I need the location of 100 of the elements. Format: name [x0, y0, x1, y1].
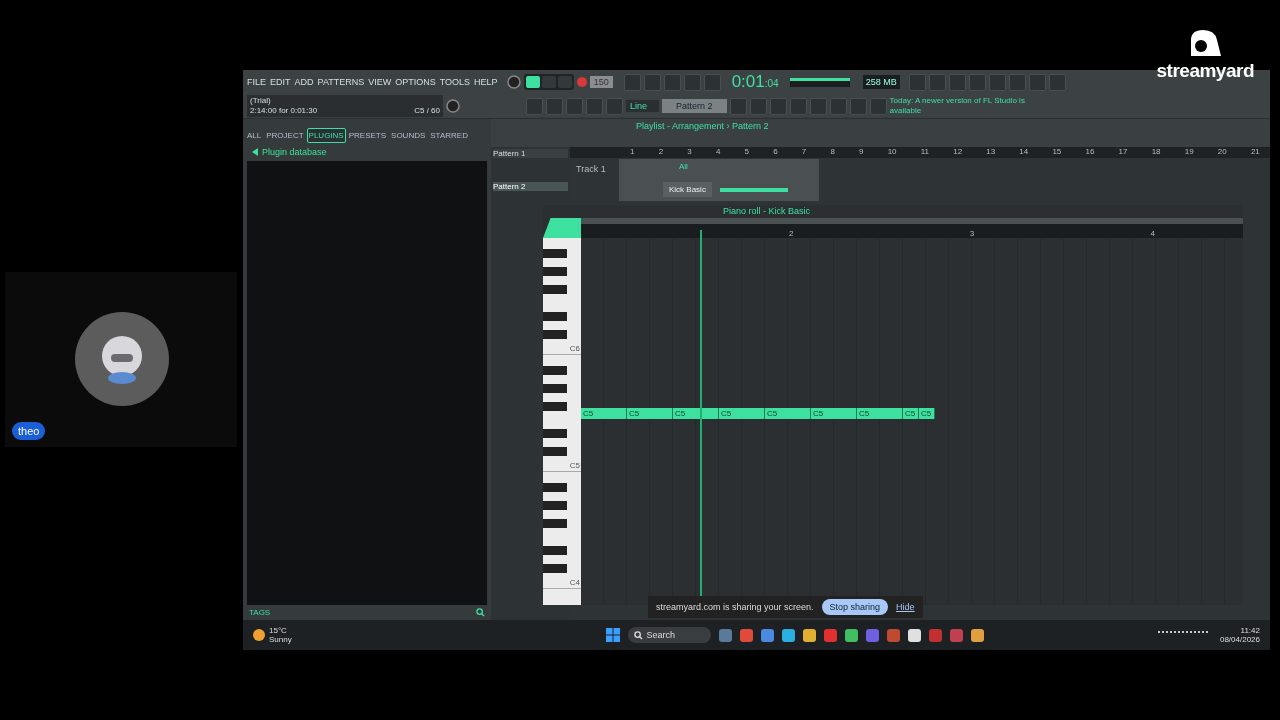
toolbar-button[interactable]: [546, 97, 563, 115]
toolbar-button[interactable]: [1048, 73, 1066, 91]
toolbar-button[interactable]: [1008, 73, 1026, 91]
app-icon[interactable]: [908, 628, 922, 642]
pattern-selector[interactable]: Pattern 2: [662, 99, 727, 113]
tempo-display[interactable]: 150: [589, 76, 613, 88]
channel-button[interactable]: Kick Basic: [663, 182, 712, 197]
menu-item[interactable]: EDIT: [270, 77, 291, 87]
browser-tab[interactable]: ALL: [245, 127, 264, 143]
participant-name: theo: [12, 422, 46, 440]
toolbar-button[interactable]: [948, 73, 966, 91]
app-icon[interactable]: [971, 628, 985, 642]
toolbar-button[interactable]: [988, 73, 1006, 91]
note[interactable]: C5: [857, 408, 903, 419]
rack-filter[interactable]: All: [679, 162, 688, 171]
windows-start-icon[interactable]: [605, 628, 620, 642]
browser-tab[interactable]: STARRED: [428, 127, 470, 143]
bar-number: 2: [658, 147, 664, 158]
toolbar-button[interactable]: [606, 97, 623, 115]
record-button[interactable]: [576, 77, 587, 87]
toolbar-button[interactable]: [968, 73, 986, 91]
toolbar-button[interactable]: [683, 73, 701, 91]
memory-readout: 258 MB: [862, 75, 900, 89]
toolbar-button[interactable]: [1028, 73, 1046, 91]
app-icon[interactable]: [782, 628, 796, 642]
piano-key[interactable]: [543, 429, 567, 438]
toolbar-button[interactable]: [729, 97, 747, 115]
note[interactable]: C5: [627, 408, 673, 419]
note[interactable]: C5: [903, 408, 919, 419]
weather-icon[interactable]: [253, 629, 265, 641]
note[interactable]: C5: [581, 408, 627, 419]
piano-key[interactable]: [543, 483, 567, 492]
menu-item[interactable]: HELP: [474, 77, 498, 87]
note[interactable]: C5: [811, 408, 857, 419]
piano-key[interactable]: [543, 501, 567, 510]
hide-link[interactable]: Hide: [896, 602, 915, 612]
knob-icon[interactable]: [446, 99, 460, 113]
pattern-toggle[interactable]: [525, 76, 540, 88]
browser-tab[interactable]: PLUGINS: [306, 127, 346, 143]
piano-key[interactable]: [543, 519, 567, 528]
search-icon[interactable]: [476, 608, 485, 617]
song-time: 0:01:04: [731, 72, 779, 92]
menu-item[interactable]: PATTERNS: [317, 77, 365, 87]
stop-sharing-button[interactable]: Stop sharing: [821, 599, 889, 615]
toolbar-button[interactable]: [526, 97, 543, 115]
pattern-item[interactable]: Pattern 1: [493, 149, 568, 158]
toolbar-button[interactable]: [586, 97, 603, 115]
stop-button[interactable]: [557, 76, 572, 88]
toolbar-button[interactable]: [928, 73, 946, 91]
toolbar-button[interactable]: [908, 73, 926, 91]
temperature: 15°C: [269, 626, 288, 635]
toolbar-button[interactable]: [869, 97, 887, 115]
pattern-item[interactable]: Pattern 2: [493, 182, 568, 191]
piano-key[interactable]: [543, 249, 567, 258]
toolbar-button[interactable]: [789, 97, 807, 115]
menu-item[interactable]: TOOLS: [439, 77, 471, 87]
piano-roll-title: Piano roll - Kick Basic: [722, 205, 812, 218]
browser-tab[interactable]: PRESETS: [346, 127, 389, 143]
knob-icon[interactable]: [506, 75, 521, 89]
piano-key[interactable]: [543, 285, 567, 294]
piano-keyboard[interactable]: C6 C5 C4: [543, 238, 581, 605]
piano-key[interactable]: [543, 384, 567, 393]
toolbar-button[interactable]: [623, 73, 641, 91]
browser-tab[interactable]: PROJECT: [264, 127, 306, 143]
piano-key[interactable]: [543, 564, 567, 573]
key-label: C4: [569, 578, 580, 587]
toolbar-button[interactable]: [769, 97, 787, 115]
taskbar-search[interactable]: Search: [627, 627, 712, 643]
piano-key[interactable]: [543, 366, 567, 375]
menu-item[interactable]: OPTIONS: [395, 77, 436, 87]
toolbar-button[interactable]: [849, 97, 867, 115]
note[interactable]: C5: [719, 408, 765, 419]
note[interactable]: C5: [765, 408, 811, 419]
news-text[interactable]: Today: A newer version of FL Studio is available: [889, 96, 1040, 116]
toolbar-button[interactable]: [829, 97, 847, 115]
piano-key[interactable]: [543, 330, 567, 339]
toolbar-button[interactable]: [643, 73, 661, 91]
app-icon[interactable]: [803, 628, 817, 642]
menu-item[interactable]: FILE: [247, 77, 266, 87]
toolbar-button[interactable]: [749, 97, 767, 115]
note[interactable]: C5: [673, 408, 719, 419]
menu-item[interactable]: ADD: [294, 77, 314, 87]
browser-folder[interactable]: Plugin database: [262, 147, 327, 157]
piano-key[interactable]: [543, 546, 567, 555]
toolbar-button[interactable]: [663, 73, 681, 91]
piano-key[interactable]: [543, 402, 567, 411]
toolbar-button[interactable]: [566, 97, 583, 115]
piano-key[interactable]: [543, 447, 567, 456]
toolbar-button[interactable]: [703, 73, 721, 91]
snap-dropdown[interactable]: Line: [626, 100, 659, 112]
piano-key[interactable]: [543, 312, 567, 321]
browser-tab[interactable]: SOUNDS: [389, 127, 428, 143]
piano-key[interactable]: [543, 267, 567, 276]
toolbar-button[interactable]: [809, 97, 827, 115]
bar-number: 4: [715, 147, 721, 158]
note[interactable]: C5: [919, 408, 935, 419]
bar-number: 7: [801, 147, 807, 158]
app-icon[interactable]: [845, 628, 859, 642]
back-arrow-icon[interactable]: [251, 148, 259, 156]
menu-item[interactable]: VIEW: [368, 77, 392, 87]
